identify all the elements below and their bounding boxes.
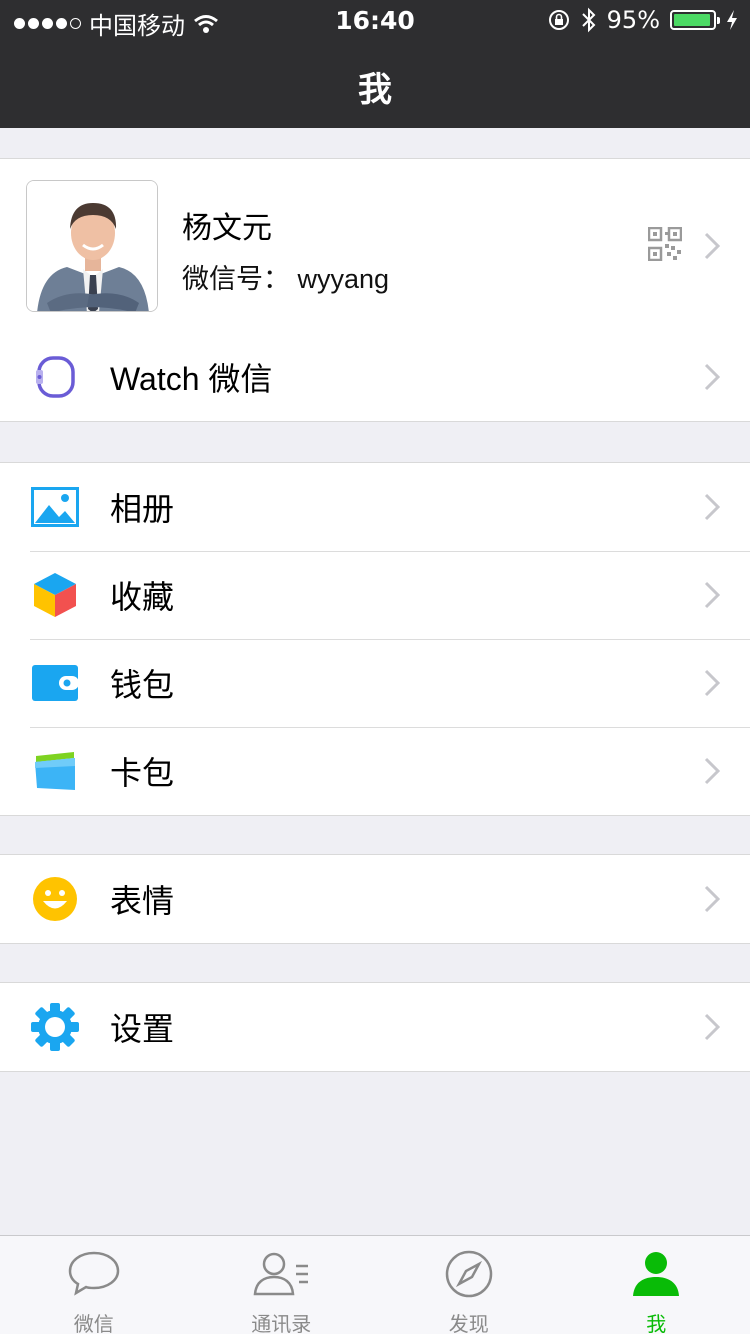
watch-icon xyxy=(30,355,80,399)
tab-chats[interactable]: 微信 xyxy=(0,1236,188,1334)
cards-icon xyxy=(30,749,80,793)
menu-item-wallet[interactable]: 钱包 xyxy=(0,639,750,727)
menu-item-label: 钱包 xyxy=(110,667,175,703)
tab-label: 微信 xyxy=(73,1314,114,1334)
tab-me[interactable]: 我 xyxy=(563,1236,750,1334)
avatar xyxy=(26,180,158,312)
battery-percent: 95% xyxy=(606,6,660,34)
menu-item-watch[interactable]: Watch 微信 xyxy=(0,333,750,421)
menu-group-2: 表情 xyxy=(0,854,750,944)
charging-icon xyxy=(727,10,737,30)
rotation-lock-icon xyxy=(548,10,569,30)
wallet-icon xyxy=(30,661,80,705)
compass-icon xyxy=(445,1250,492,1298)
chevron-right-icon xyxy=(704,885,720,913)
profile-name: 杨文元 xyxy=(182,212,272,245)
chevron-right-icon xyxy=(704,757,720,785)
chevron-right-icon xyxy=(704,1013,720,1041)
chevron-right-icon xyxy=(704,581,720,609)
menu-item-label: 收藏 xyxy=(110,579,175,615)
page-title: 我 xyxy=(358,70,392,110)
chevron-right-icon xyxy=(704,669,720,697)
profile-row[interactable]: 杨文元 微信号： wyyang xyxy=(0,159,750,333)
top-bar: 中国移动 16:40 95% 我 xyxy=(0,0,750,128)
contacts-icon xyxy=(253,1252,309,1296)
favorites-icon xyxy=(30,573,80,617)
menu-item-album[interactable]: 相册 xyxy=(0,463,750,551)
chat-icon xyxy=(68,1251,120,1296)
menu-item-favorites[interactable]: 收藏 xyxy=(0,551,750,639)
chevron-right-icon xyxy=(704,363,720,391)
menu-item-label: Watch 微信 xyxy=(110,361,273,397)
qr-code-icon[interactable] xyxy=(648,227,682,261)
menu-item-label: 设置 xyxy=(110,1011,175,1047)
me-icon xyxy=(633,1252,680,1296)
battery-icon xyxy=(670,10,720,30)
tab-bar: 微信 通讯录 发现 我 xyxy=(0,1235,750,1334)
status-bar: 中国移动 16:40 95% xyxy=(0,0,750,40)
menu-item-emoji[interactable]: 表情 xyxy=(0,855,750,943)
tab-discover[interactable]: 发现 xyxy=(375,1236,563,1334)
profile-group: 杨文元 微信号： wyyang Watch 微信 xyxy=(0,158,750,422)
menu-group-3: 设置 xyxy=(0,982,750,1072)
album-icon xyxy=(30,485,80,529)
menu-item-settings[interactable]: 设置 xyxy=(0,983,750,1071)
menu-group-1: 相册 收藏 钱包 卡包 xyxy=(0,462,750,816)
menu-item-label: 相册 xyxy=(110,491,175,527)
bluetooth-icon xyxy=(581,7,596,33)
chevron-right-icon xyxy=(704,232,720,260)
tab-label: 通讯录 xyxy=(251,1314,312,1334)
menu-item-label: 表情 xyxy=(110,883,175,919)
emoji-icon xyxy=(30,877,80,921)
menu-item-label: 卡包 xyxy=(110,755,175,791)
tab-label: 我 xyxy=(646,1314,667,1334)
chevron-right-icon xyxy=(704,493,720,521)
tab-contacts[interactable]: 通讯录 xyxy=(188,1236,376,1334)
menu-item-cards[interactable]: 卡包 xyxy=(0,727,750,815)
profile-wechat-id: 微信号： wyyang xyxy=(182,264,390,294)
tab-label: 发现 xyxy=(448,1314,489,1334)
settings-icon xyxy=(30,1003,80,1051)
